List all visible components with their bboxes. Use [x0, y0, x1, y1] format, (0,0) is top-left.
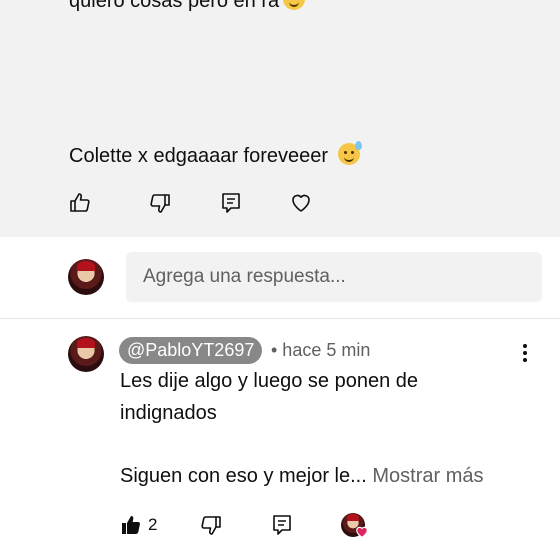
divider: [0, 318, 560, 319]
like-count: 2: [148, 515, 158, 534]
reply-icon: [222, 193, 240, 213]
creator-heart-badge: [341, 513, 368, 539]
reply-dislike-button[interactable]: [197, 511, 225, 539]
show-more-link[interactable]: Mostrar más: [372, 465, 483, 487]
thumb-down-icon: [201, 516, 221, 535]
crying-emoji-icon: [283, 0, 306, 10]
reply-icon: [273, 515, 291, 535]
reply-text-line-1: Les dije algo y luego se ponen de: [120, 370, 419, 392]
reply-text-line-2: indignados: [120, 402, 217, 424]
sweat-smile-emoji-icon: [337, 141, 362, 165]
commenter-handle[interactable]: @PabloYT2697: [119, 337, 263, 364]
thumb-down-icon: [150, 194, 170, 213]
thumb-up-icon: [70, 193, 90, 212]
kebab-menu-icon[interactable]: [515, 340, 535, 366]
heart-button[interactable]: [287, 189, 315, 217]
heart-icon: [292, 194, 310, 212]
reply-like-button[interactable]: [117, 511, 145, 539]
comment-text: Colette x edgaaaar foreveeer: [69, 141, 362, 168]
thumb-up-filled-icon: [122, 516, 140, 534]
comment-card: quiero cosas pero en ra Colette x edgaaa…: [0, 0, 560, 237]
commenter-avatar[interactable]: [68, 336, 104, 372]
reply-text-line-3: Siguen con eso y mejor le... Mostrar más: [120, 465, 484, 487]
dislike-button[interactable]: [146, 189, 174, 217]
heart-filled-icon: [356, 526, 368, 538]
reply-button[interactable]: [217, 189, 245, 217]
like-button[interactable]: [66, 189, 94, 217]
comment-text-partial: quiero cosas pero en ra: [69, 0, 306, 13]
reply-reply-button[interactable]: [268, 511, 296, 539]
current-user-avatar: [68, 259, 104, 295]
comment-timestamp: • hace 5 min: [271, 340, 371, 360]
reply-input[interactable]: [126, 252, 542, 302]
